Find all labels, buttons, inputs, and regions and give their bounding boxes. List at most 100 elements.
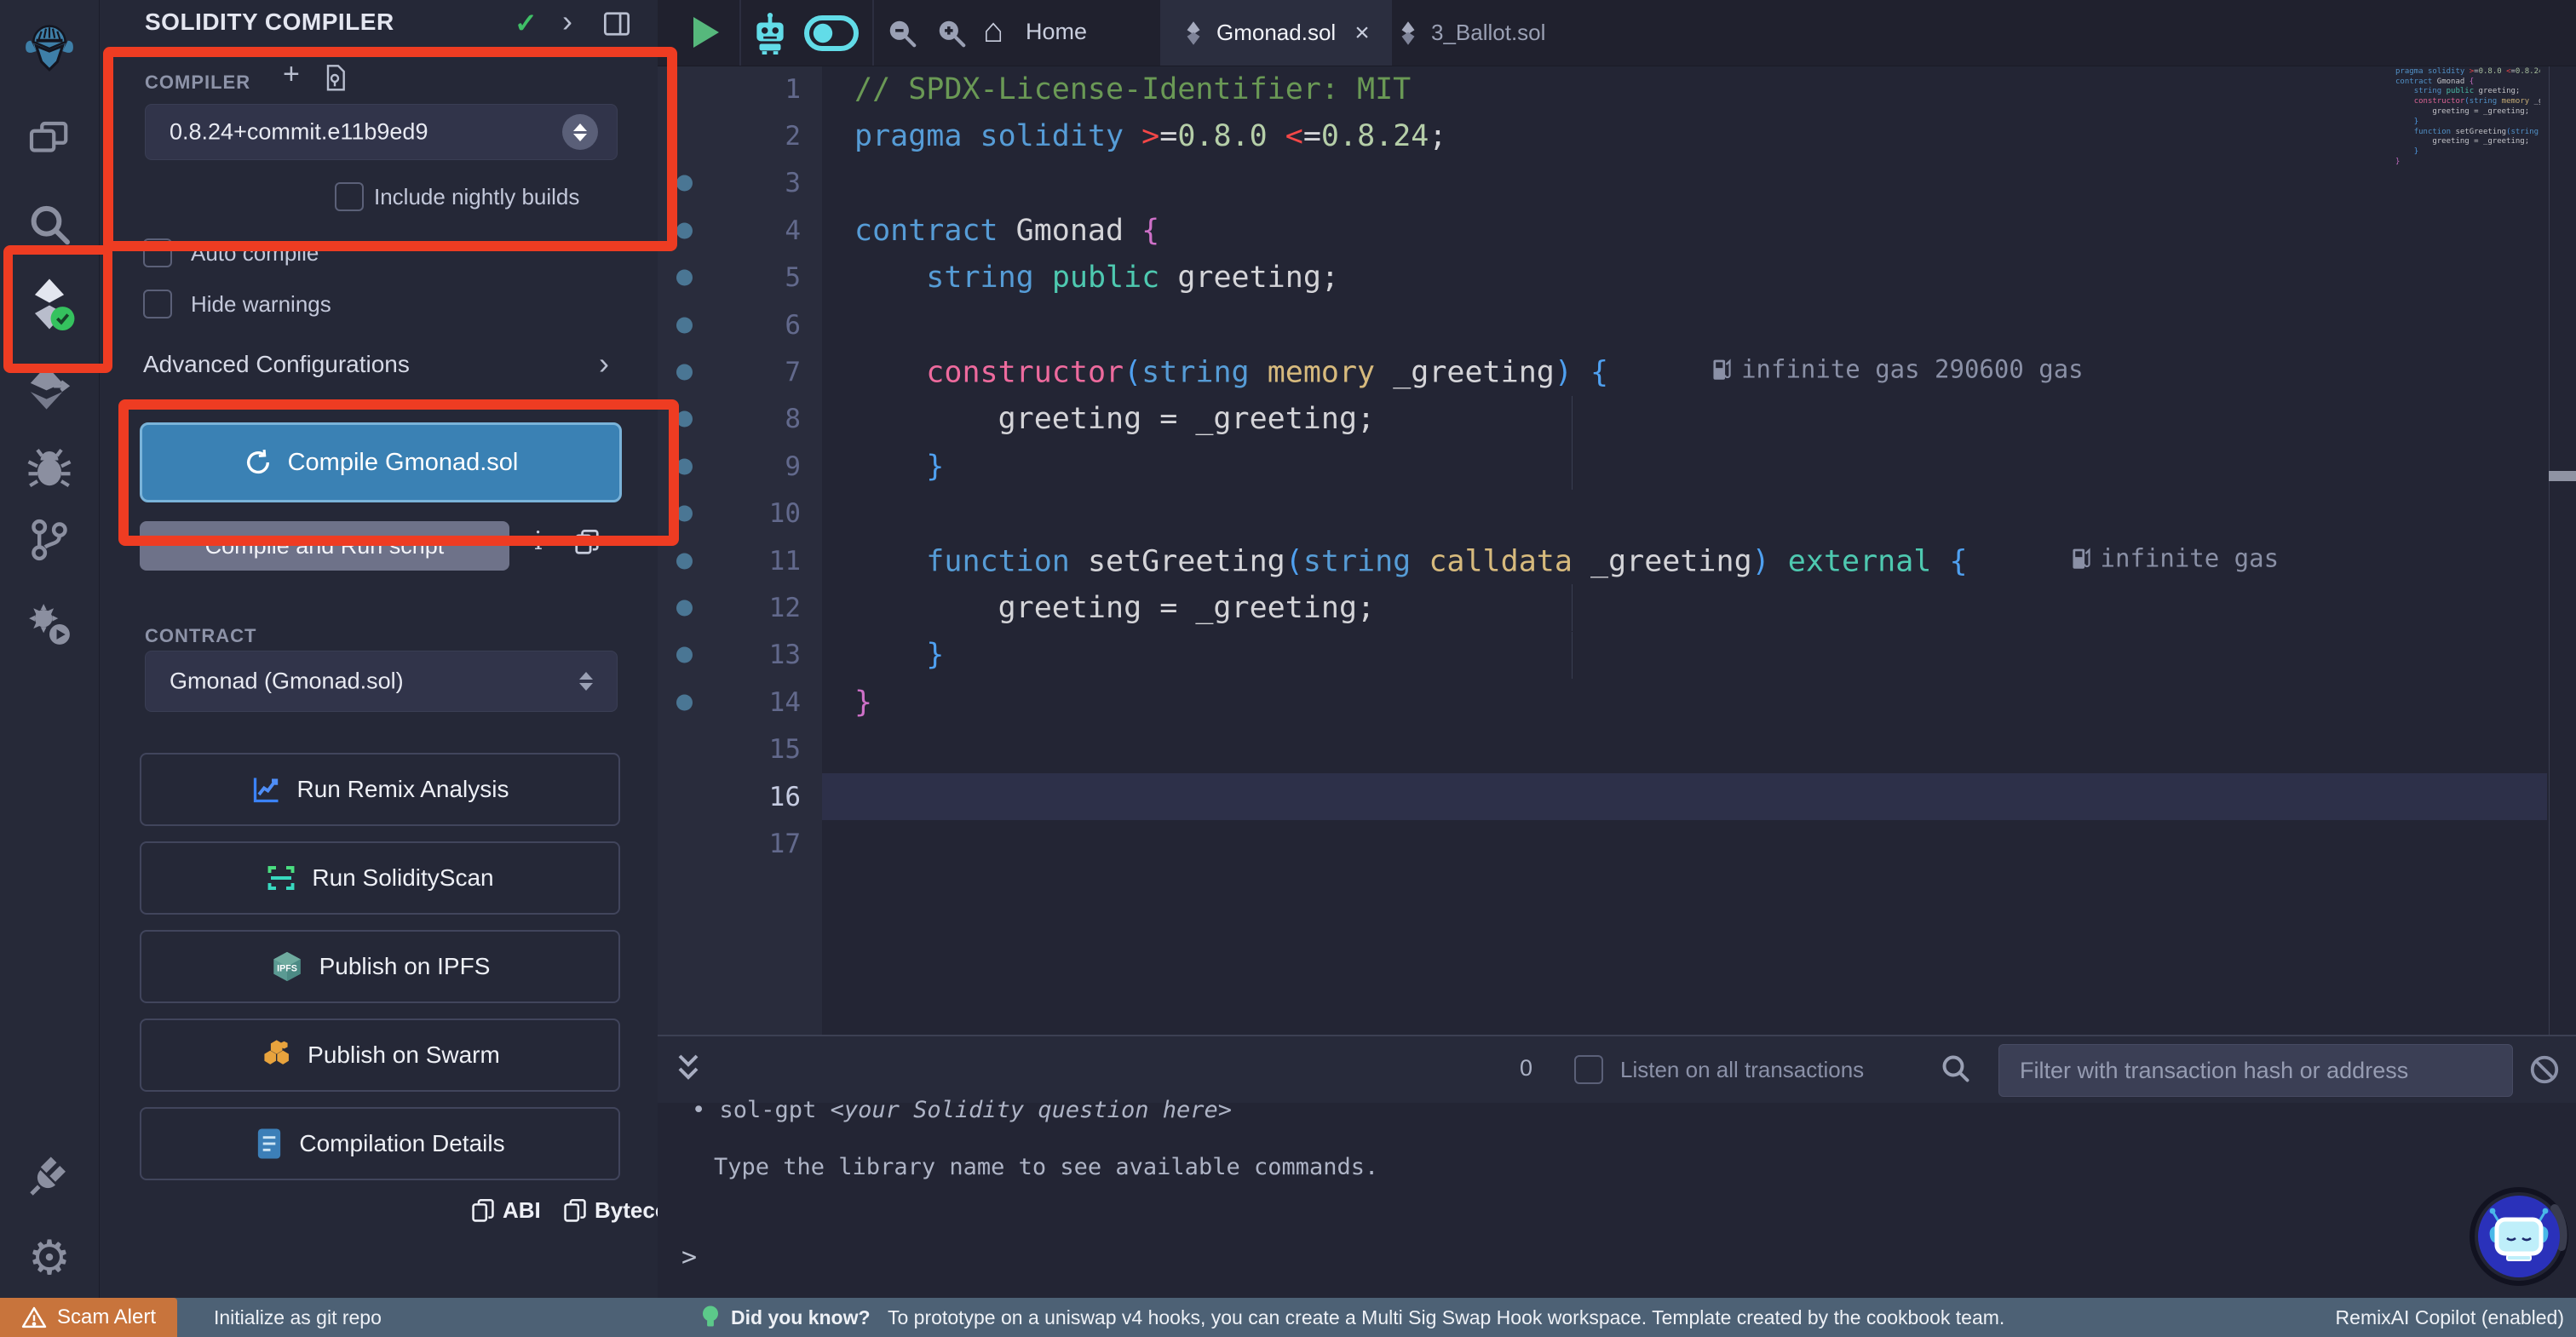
home-tab-label[interactable]: Home: [1026, 19, 1087, 45]
remix-logo-icon[interactable]: [0, 20, 99, 77]
code-line-8[interactable]: 8 greeting = _greeting;: [658, 396, 2576, 443]
debugger-bug-icon[interactable]: [0, 441, 99, 497]
copy-icon[interactable]: [575, 530, 599, 555]
panel-title: SOLIDITY COMPILER: [145, 9, 394, 36]
tab-gmonad-sol[interactable]: Gmonad.sol×: [1160, 0, 1392, 66]
code-line-16[interactable]: 16: [658, 773, 2576, 820]
info-icon[interactable]: i: [534, 526, 543, 556]
code-line-12[interactable]: 12 greeting = _greeting;: [658, 584, 2576, 631]
copilot-toggle-icon[interactable]: [804, 15, 859, 51]
run-solidityscan-button[interactable]: Run SolidityScan: [140, 841, 620, 915]
script-runner-icon[interactable]: [0, 596, 99, 652]
code-line-7[interactable]: 7 constructor(string memory _greeting) {…: [658, 348, 2576, 395]
gutter-dot[interactable]: [676, 600, 693, 616]
solidity-file-icon: [1182, 20, 1205, 46]
solidity-compiler-icon[interactable]: [0, 274, 99, 334]
plus-icon[interactable]: +: [283, 58, 300, 91]
tab-3-ballot-sol[interactable]: 3_Ballot.sol: [1375, 0, 1567, 66]
line-number: 11: [700, 546, 801, 577]
terminal-panel: 0 Listen on all transactions Filter with…: [658, 1035, 2576, 1298]
gutter-dot[interactable]: [676, 270, 693, 286]
listen-transactions-checkbox[interactable]: [1574, 1055, 1603, 1084]
code-line-1[interactable]: 1// SPDX-License-Identifier: MIT: [658, 66, 2576, 112]
line-number: 4: [700, 215, 801, 246]
git-branch-icon[interactable]: [0, 512, 99, 568]
auto-compile-checkbox[interactable]: [143, 238, 172, 267]
search-icon[interactable]: [0, 198, 99, 254]
terminal-prompt[interactable]: >: [681, 1242, 697, 1272]
block-icon[interactable]: [2528, 1053, 2561, 1086]
git-init-button[interactable]: Initialize as git repo: [214, 1306, 382, 1329]
compile-button[interactable]: Compile Gmonad.sol: [140, 422, 622, 502]
fuel-pump-icon: [1711, 356, 1733, 382]
plugin-plug-icon[interactable]: [0, 1148, 99, 1204]
solidity-compiler-panel: SOLIDITY COMPILER ✓ › COMPILER + 0.8.24+…: [100, 0, 658, 1298]
check-icon: ✓: [515, 7, 538, 39]
search-small-icon[interactable]: [1941, 1053, 1971, 1084]
zoom-out-icon[interactable]: [886, 17, 918, 49]
code-text: pragma solidity >=0.8.0 <=0.8.24;: [854, 119, 1446, 153]
gutter-dot[interactable]: [676, 553, 693, 569]
zoom-in-icon[interactable]: [935, 17, 968, 49]
chevron-right-icon[interactable]: ›: [562, 3, 572, 39]
scam-alert-button[interactable]: Scam Alert: [0, 1298, 177, 1337]
collapse-icon[interactable]: [676, 1052, 700, 1086]
gutter-dot[interactable]: [676, 506, 693, 522]
code-line-5[interactable]: 5 string public greeting;: [658, 255, 2576, 301]
play-icon[interactable]: [688, 14, 722, 51]
gutter-dot[interactable]: [676, 222, 693, 238]
file-explorer-icon[interactable]: [0, 113, 99, 169]
compiler-section-label: COMPILER: [145, 72, 250, 94]
run-remix-analysis-button[interactable]: Run Remix Analysis: [140, 753, 620, 826]
code-line-11[interactable]: 11 function setGreeting(string calldata …: [658, 537, 2576, 584]
advanced-configurations-toggle[interactable]: Advanced Configurations: [143, 351, 410, 378]
home-tab[interactable]: ⌂: [983, 12, 1003, 50]
code-line-17[interactable]: 17: [658, 820, 2576, 867]
code-line-10[interactable]: 10: [658, 491, 2576, 537]
editor-scrollbar[interactable]: [2549, 66, 2576, 1035]
gutter-dot[interactable]: [676, 694, 693, 710]
line-number: 2: [700, 121, 801, 152]
line-number: 14: [700, 687, 801, 718]
close-icon[interactable]: ×: [1354, 19, 1370, 48]
compile-and-run-button[interactable]: Compile and Run script: [140, 521, 509, 571]
deploy-run-icon[interactable]: [0, 358, 99, 417]
copilot-status-label[interactable]: RemixAI Copilot (enabled): [2336, 1306, 2564, 1329]
pin-panel-icon[interactable]: [604, 12, 630, 36]
publish-on-swarm-button[interactable]: Publish on Swarm: [140, 1019, 620, 1092]
hide-warnings-checkbox[interactable]: [143, 290, 172, 318]
code-line-13[interactable]: 13 }: [658, 632, 2576, 679]
contract-select[interactable]: Gmonad (Gmonad.sol): [145, 651, 618, 712]
gutter-dot[interactable]: [676, 411, 693, 427]
robot-icon[interactable]: [750, 12, 791, 55]
code-line-4[interactable]: 4contract Gmonad {: [658, 207, 2576, 254]
gutter-dot[interactable]: [676, 175, 693, 192]
gutter-dot[interactable]: [676, 458, 693, 474]
code-line-14[interactable]: 14}: [658, 679, 2576, 726]
code-line-2[interactable]: 2 pragma solidity >=0.8.0 <=0.8.24;: [658, 112, 2576, 159]
code-line-3[interactable]: 3: [658, 160, 2576, 207]
compiler-version-value: 0.8.24+commit.e11b9ed9: [170, 119, 428, 146]
publish-on-ipfs-button[interactable]: IPFSPublish on IPFS: [140, 930, 620, 1003]
code-line-15[interactable]: 15: [658, 726, 2576, 773]
line-number: 7: [700, 357, 801, 387]
line-number: 6: [700, 310, 801, 341]
minimap[interactable]: // SPDX-License-Identifier: MITpragma so…: [2395, 57, 2540, 168]
gutter-dot[interactable]: [676, 317, 693, 333]
scrollbar-handle[interactable]: [2549, 471, 2576, 481]
transaction-filter-input[interactable]: Filter with transaction hash or address: [1998, 1044, 2513, 1097]
compiler-version-select[interactable]: 0.8.24+commit.e11b9ed9: [145, 104, 618, 160]
gutter-dot[interactable]: [676, 364, 693, 380]
ai-assistant-button[interactable]: [2470, 1187, 2568, 1286]
settings-gear-icon[interactable]: ⚙: [0, 1230, 99, 1286]
gutter-dot[interactable]: [676, 647, 693, 663]
compilation-details-button[interactable]: Compilation Details: [140, 1107, 620, 1180]
chevron-right-icon[interactable]: ›: [599, 346, 609, 382]
indent-guide: [1572, 396, 1573, 443]
code-line-9[interactable]: 9 }: [658, 443, 2576, 490]
abi-copy-button[interactable]: ABI: [472, 1197, 541, 1224]
fuel-pump-icon: [2070, 545, 2092, 571]
code-line-6[interactable]: 6: [658, 301, 2576, 348]
license-doc-icon[interactable]: [323, 65, 347, 92]
nightly-builds-checkbox[interactable]: [335, 182, 364, 211]
